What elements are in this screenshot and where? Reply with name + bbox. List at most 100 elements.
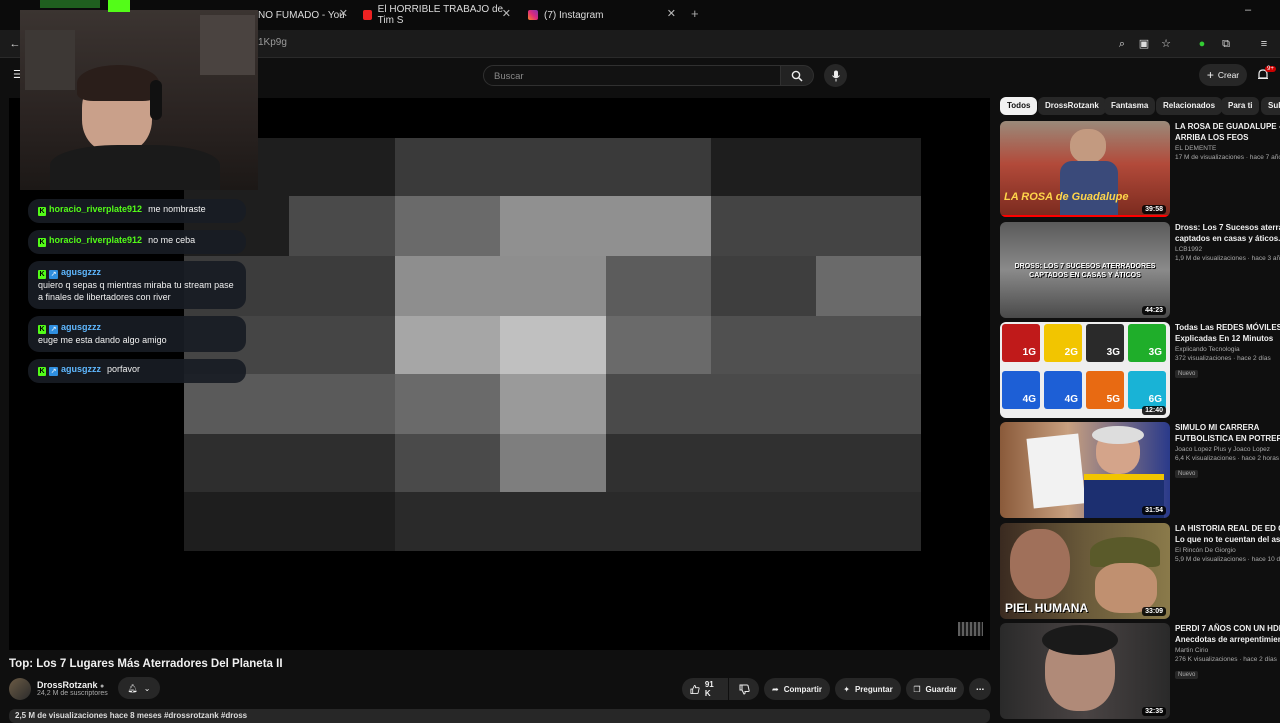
rec-title-line: Lo que no te cuentan del asesino — [1175, 535, 1280, 544]
video-duration: 32:35 — [1142, 707, 1166, 716]
recommendation-item[interactable]: 31:54 SIMULO MI CARRERA FUTBOLISTICA EN … — [999, 422, 1280, 518]
share-label: Compartir — [783, 684, 822, 694]
thumbnail-text: DROSS: LOS 7 SUCESOS ATERRADORES CAPTADO… — [1014, 263, 1156, 279]
kick-badge-icon: K — [38, 207, 46, 216]
star-icon[interactable]: ☆ — [1159, 37, 1173, 51]
close-icon[interactable]: ✕ — [502, 7, 511, 20]
mask-image — [1010, 529, 1070, 599]
close-icon[interactable]: ✕ — [339, 7, 348, 20]
rec-title-line: SIMULO MI CARRERA — [1175, 423, 1260, 432]
chevron-down-icon: ⌄ — [143, 683, 151, 693]
url-field[interactable]: 1Kp9g — [258, 37, 287, 48]
chip-all[interactable]: Todos — [1000, 97, 1038, 115]
qr-code-icon — [958, 622, 983, 636]
puzzle-icon[interactable]: ⧉ — [1219, 37, 1233, 51]
rec-meta: 276 K visualizaciones · hace 2 días — [1175, 656, 1277, 663]
chip-relacionados[interactable]: Relacionados — [1156, 97, 1223, 115]
network-tile: 1G — [1002, 324, 1040, 362]
rec-title-line: Dross: Los 7 Sucesos aterradores — [1175, 223, 1280, 232]
notifications-button[interactable]: 🔔︎ ⌄ — [118, 677, 160, 699]
save-button[interactable]: ❐ Guardar — [906, 678, 964, 700]
document-image — [1026, 433, 1086, 509]
sub-badge-icon: ↗ — [49, 367, 58, 376]
mic-button[interactable] — [824, 64, 847, 87]
notification-badge: 9+ — [1265, 66, 1276, 72]
video-thumbnail[interactable]: PIEL HUMANA 33:09 — [1000, 523, 1170, 619]
close-icon[interactable]: ✕ — [667, 7, 676, 20]
mic-icon — [831, 70, 840, 81]
video-thumbnail[interactable]: 31:54 — [1000, 422, 1170, 518]
rec-title-line: FUTBOLISTICA EN POTRERO: — [1175, 434, 1280, 443]
new-badge: Nuevo — [1175, 671, 1199, 679]
shelf — [25, 30, 75, 90]
dislike-button[interactable] — [729, 678, 759, 700]
streamer-hair — [77, 65, 159, 101]
browser-tab[interactable]: (7) Instagram ✕ — [528, 4, 676, 26]
recommendation-item[interactable]: 32:35 PERDI 7 AÑOS CON UN HDP - Anecdota… — [999, 623, 1280, 719]
rec-title-line: PERDI 7 AÑOS CON UN HDP - — [1175, 624, 1280, 633]
webcam-overlay — [20, 10, 258, 190]
create-label: Crear — [1217, 70, 1240, 80]
video-thumbnail[interactable]: DROSS: LOS 7 SUCESOS ATERRADORES CAPTADO… — [1000, 222, 1170, 318]
browser-tab[interactable]: El HORRIBLE TRABAJO de Tim S ✕ — [363, 4, 511, 26]
chat-username: agusgzzz — [61, 364, 102, 374]
pixel-block — [606, 434, 921, 492]
ask-button[interactable]: ✦ Preguntar — [835, 678, 901, 700]
search-input[interactable]: Buscar — [483, 65, 781, 86]
cast-icon[interactable]: ▣ — [1137, 37, 1151, 51]
pixel-block — [395, 256, 606, 316]
pixel-block — [395, 138, 711, 196]
sub-badge-icon: ↗ — [49, 325, 58, 334]
chat-text: me nombraste — [148, 204, 206, 214]
pixel-block — [184, 434, 395, 492]
zoom-icon[interactable]: ⌕ — [1115, 37, 1129, 51]
recommendation-item[interactable]: 1G 2G 3G 3G 4G 4G 5G 6G 12:40 Todas Las … — [999, 322, 1280, 418]
video-thumbnail[interactable]: LA ROSA de Guadalupe 39:58 — [1000, 121, 1170, 217]
video-duration: 44:23 — [1142, 306, 1166, 315]
thumbnail-text: LA ROSA de Guadalupe — [1004, 191, 1129, 203]
streamer-body — [50, 145, 220, 190]
verified-icon: ● — [100, 683, 105, 690]
like-button[interactable]: 91 K — [682, 678, 728, 700]
thumbs-down-icon — [739, 684, 750, 695]
video-duration: 39:58 — [1142, 205, 1166, 214]
channel-name[interactable]: DrossRotzank ● — [37, 680, 104, 690]
kick-badge-icon: K — [38, 367, 46, 376]
more-actions-button[interactable]: ⋯ — [969, 678, 991, 700]
new-tab-icon[interactable]: + — [691, 6, 699, 21]
recommendation-item[interactable]: DROSS: LOS 7 SUCESOS ATERRADORES CAPTADO… — [999, 222, 1280, 318]
pixel-block — [816, 256, 921, 316]
browser-tab[interactable]: NO FUMADO - You ✕ — [258, 4, 348, 26]
description-box[interactable]: 2,5 M de visualizaciones hace 8 meses #d… — [9, 709, 990, 723]
chip-drossrotzank[interactable]: DrossRotzank — [1038, 97, 1106, 115]
rec-meta: 17 M de visualizaciones · hace 7 años — [1175, 154, 1280, 161]
search-icon — [791, 70, 803, 82]
rec-title-line: Anecdotas de arrepentimiento — [1175, 635, 1280, 644]
rec-title-line: captados en casas y áticos.(TOP) — [1175, 234, 1280, 243]
chip-sub[interactable]: Sub — [1261, 97, 1280, 115]
channel-avatar[interactable] — [9, 678, 31, 700]
menu-icon[interactable]: ≡ — [1257, 37, 1271, 51]
extension-icon[interactable]: ● — [1195, 37, 1209, 51]
recommendation-item[interactable]: PIEL HUMANA 33:09 LA HISTORIA REAL DE ED… — [999, 523, 1280, 619]
pixel-block — [711, 256, 816, 316]
share-button[interactable]: ➦ Compartir — [764, 678, 830, 700]
chip-fantasma[interactable]: Fantasma — [1104, 97, 1156, 115]
kick-badge-icon: K — [38, 270, 46, 279]
video-thumbnail[interactable]: 32:35 — [1000, 623, 1170, 719]
chip-para-ti[interactable]: Para ti — [1221, 97, 1260, 115]
search-button[interactable] — [780, 65, 814, 86]
minimize-icon[interactable]: – — [1245, 4, 1251, 16]
pixel-block — [500, 374, 606, 434]
rec-channel: Martin Cirio — [1175, 647, 1209, 654]
video-thumbnail[interactable]: 1G 2G 3G 3G 4G 4G 5G 6G 12:40 — [1000, 322, 1170, 418]
create-button[interactable]: + Crear — [1199, 64, 1247, 86]
network-tile: 4G — [1002, 371, 1040, 409]
pixel-block — [395, 434, 501, 492]
rec-title-line: LA ROSA DE GUADALUPE - — [1175, 122, 1280, 131]
pixel-block — [395, 374, 501, 434]
recommendation-item[interactable]: LA ROSA de Guadalupe 39:58 LA ROSA DE GU… — [999, 121, 1280, 217]
chat-text: no me ceba — [148, 235, 196, 245]
pixel-block — [289, 196, 395, 256]
network-tile: 5G — [1086, 371, 1124, 409]
